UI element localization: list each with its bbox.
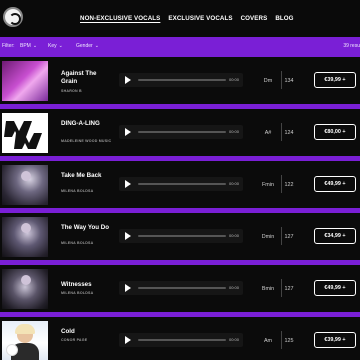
track-row: DING-A-LING MADELEINE WOOD MUSIC 00:00 A… [0,109,360,156]
track-key: Fmin [262,182,274,188]
top-navigation-bar: NON-EXCLUSIVE VOCALS EXCLUSIVE VOCALS CO… [0,0,360,37]
track-title[interactable]: Witnesses [61,281,111,289]
play-icon[interactable] [125,284,131,292]
key-filter-dropdown[interactable]: Key ⌄ [48,43,63,49]
track-title[interactable]: Cold [61,328,111,336]
play-time: 00:00 [228,337,239,342]
mw-logo-icon [4,121,42,149]
bpm-filter-label: BPM [20,43,31,49]
track-key: Bmin [261,286,275,292]
track-bpm: 134 [284,78,294,84]
nav-non-exclusive-vocals[interactable]: NON-EXCLUSIVE VOCALS [80,15,160,22]
chat-widget-icon[interactable] [6,344,18,356]
gender-filter-dropdown[interactable]: Gender ⌄ [76,43,99,49]
track-row: Cold CONOR PAGE 00:00 Am 125 €39,99 + [0,317,360,360]
cover-art[interactable] [2,269,48,309]
track-artist: CONOR PAGE [61,338,88,342]
track-key: Dmin [261,234,275,240]
portrait-hair [15,324,35,334]
cover-art-image [2,61,48,101]
audio-player: 00:00 [119,333,243,347]
price-button[interactable]: €80,00 + [314,124,356,140]
track-row: Witnesses MILENA BOLDSA 00:00 Bmin 127 €… [0,265,360,312]
track-bpm: 127 [284,286,294,292]
track-row: Against The Grain SHARON B 00:00 Dm 134 … [0,57,360,104]
track-row: Take Me Back MILENA BOLDSA 00:00 Fmin 12… [0,161,360,208]
key-filter-label: Key [48,43,57,49]
track-artist: MILENA BOLDSA [61,241,94,245]
portrait-image [21,171,31,181]
chevron-down-icon: ⌄ [94,43,99,49]
play-icon[interactable] [125,336,131,344]
audio-player: 00:00 [119,125,243,139]
track-title[interactable]: Take Me Back [61,172,111,180]
progress-bar[interactable] [138,183,226,185]
cover-art[interactable] [2,165,48,205]
cover-art-image [2,269,48,309]
bpm-filter-dropdown[interactable]: BPM ⌄ [20,43,37,49]
track-row: The Way You Do MILENA BOLDSA 00:00 Dmin … [0,213,360,260]
play-icon[interactable] [125,232,131,240]
play-icon[interactable] [125,180,131,188]
nav-exclusive-vocals[interactable]: EXCLUSIVE VOCALS [168,15,232,22]
progress-bar[interactable] [138,235,226,237]
play-icon[interactable] [125,128,131,136]
audio-player: 00:00 [119,177,243,191]
portrait-image [21,223,31,233]
cover-art[interactable] [2,217,48,257]
track-key: Dm [263,78,273,84]
cover-art-image [2,217,48,257]
audio-player: 00:00 [119,229,243,243]
chevron-down-icon: ⌄ [32,43,38,49]
track-artist: MILENA BOLDSA [61,189,94,193]
track-bpm: 127 [284,234,294,240]
track-title[interactable]: The Way You Do [61,224,111,232]
cover-art-image [2,165,48,205]
cover-art[interactable] [2,61,48,101]
price-button[interactable]: €49,99 + [314,176,356,192]
track-artist: SHARON B [61,89,82,93]
play-time: 00:00 [228,181,239,186]
track-bpm: 122 [284,182,294,188]
gender-filter-label: Gender [76,43,93,49]
nav-blog[interactable]: BLOG [275,15,293,22]
track-title[interactable]: Against The Grain [61,70,111,86]
track-bpm: 124 [284,130,294,136]
track-artist: MILENA BOLDSA [61,291,94,295]
price-button[interactable]: €39,99 + [314,72,356,88]
filter-label: Filter: [2,43,15,49]
track-artist: MADELEINE WOOD MUSIC [61,139,112,143]
progress-bar[interactable] [138,287,226,289]
track-key: A# [264,130,272,136]
play-time: 00:00 [228,285,239,290]
play-time: 00:00 [228,233,239,238]
track-key: Am [263,338,273,344]
play-icon[interactable] [125,76,131,84]
price-button[interactable]: €39,99 + [314,332,356,348]
play-time: 00:00 [228,77,239,82]
audio-player: 00:00 [119,73,243,87]
progress-bar[interactable] [138,131,226,133]
track-bpm: 125 [284,338,294,344]
cover-art-image [2,113,48,153]
cover-art[interactable] [2,113,48,153]
track-title[interactable]: DING-A-LING [61,120,111,128]
play-time: 00:00 [228,129,239,134]
chevron-down-icon: ⌄ [58,43,63,49]
nav-covers[interactable]: COVERS [241,15,268,22]
brand-logo[interactable] [3,7,23,27]
price-button[interactable]: €49,99 + [314,280,356,296]
progress-bar[interactable] [138,79,226,81]
price-button[interactable]: €34,99 + [314,228,356,244]
filter-bar: Filter: BPM ⌄ Key ⌄ Gender ⌄ 39 resu [0,37,360,54]
portrait-image [21,275,31,285]
results-count: 39 resu [343,43,360,49]
audio-player: 00:00 [119,281,243,295]
progress-bar[interactable] [138,339,226,341]
main-nav: NON-EXCLUSIVE VOCALS EXCLUSIVE VOCALS CO… [80,15,294,22]
